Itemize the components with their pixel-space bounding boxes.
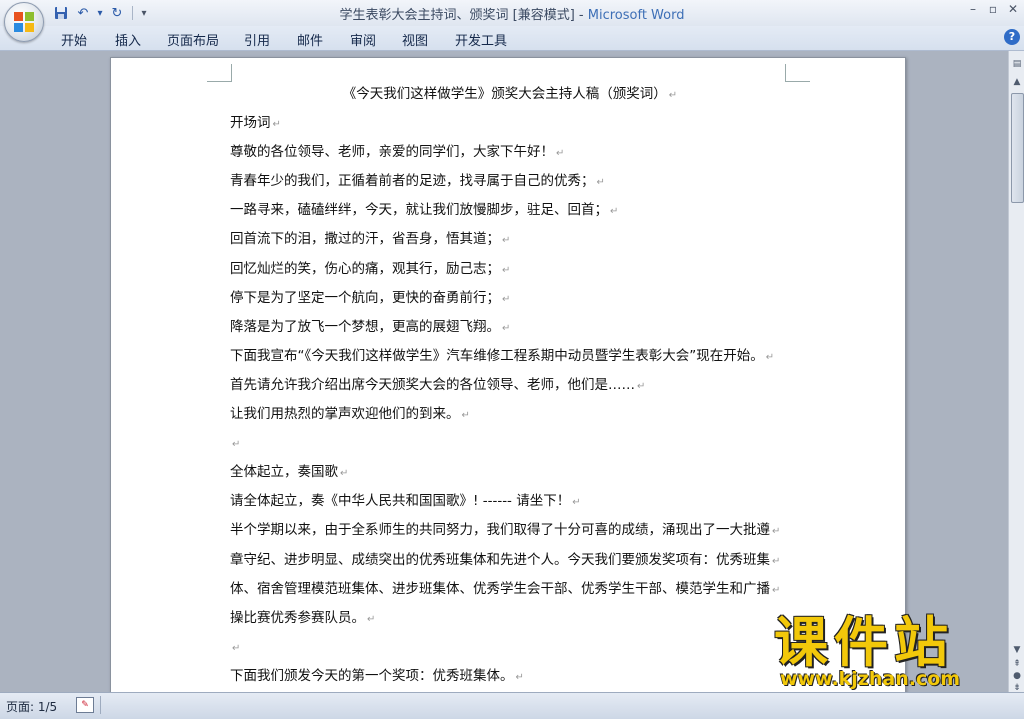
paragraph-mark: ↵ bbox=[515, 671, 524, 683]
line-text: 体、宿舍管理模范班集体、进步班集体、优秀学生会干部、优秀学生干部、模范学生和广播 bbox=[230, 580, 770, 597]
minimize-icon[interactable]: – bbox=[966, 2, 980, 16]
office-logo-icon bbox=[14, 12, 34, 32]
status-divider bbox=[100, 696, 101, 714]
paragraph-mark: ↵ bbox=[765, 351, 775, 363]
paragraph-mark: ↵ bbox=[596, 177, 605, 189]
paragraph-mark: ↵ bbox=[272, 119, 281, 131]
paragraph-mark: ↵ bbox=[502, 235, 511, 247]
paragraph-mark: ↵ bbox=[556, 148, 565, 160]
ruler-toggle-icon[interactable]: ▤ bbox=[1012, 59, 1022, 69]
line-text: 开场词 bbox=[230, 115, 271, 132]
tab-mailings[interactable]: 邮件 bbox=[297, 30, 323, 49]
scroll-down-icon[interactable]: ▼ bbox=[1012, 645, 1022, 655]
title-bar: ↶ ▾ ↻ ▾ 学生表彰大会主持词、颁奖词 [兼容模式] - Microsoft… bbox=[0, 0, 1024, 27]
scroll-thumb[interactable] bbox=[1011, 93, 1024, 203]
document-line: ↵ bbox=[230, 429, 790, 458]
title-separator: - bbox=[574, 8, 588, 23]
document-title: 《今天我们这样做学生》颁奖大会主持人稿（颁奖词） ↵ bbox=[342, 86, 678, 102]
previous-page-icon[interactable]: ⇞ bbox=[1012, 659, 1022, 669]
line-text: 一路寻来，磕磕绊绊，今天，就让我们放慢脚步，驻足、回首； bbox=[230, 202, 608, 219]
paragraph-mark: ↵ bbox=[502, 264, 511, 276]
status-bar: 页面: 1/5 ✎ bbox=[0, 692, 1024, 719]
line-text: 请全体起立，奏《中华人民共和国国歌》! ------ 请坐下！ bbox=[230, 493, 571, 510]
paragraph-mark: ↵ bbox=[340, 468, 349, 480]
document-body[interactable]: 《今天我们这样做学生》颁奖大会主持人稿（颁奖词） ↵ 开场词 ↵ 尊敬的各位领导、老师… bbox=[230, 80, 790, 691]
document-line: 停下是为了坚定一个航向，更快的奋勇前行； ↵ bbox=[230, 284, 790, 313]
paragraph-mark: ↵ bbox=[502, 293, 511, 305]
document-name: 学生表彰大会主持词、颁奖词 [兼容模式] bbox=[339, 8, 575, 23]
paragraph-mark: ↵ bbox=[637, 380, 646, 392]
document-line: 降落是为了放飞一个梦想，更高的展翅飞翔。 ↵ bbox=[230, 313, 790, 342]
line-text: 降落是为了放飞一个梦想，更高的展翅飞翔。 bbox=[230, 318, 500, 335]
line-text: 回首流下的泪，撒过的汗，省吾身，悟其道； bbox=[230, 231, 500, 248]
paragraph-mark: ↵ bbox=[232, 439, 241, 451]
paragraph-mark: ↵ bbox=[232, 642, 241, 654]
tab-view[interactable]: 视图 bbox=[402, 30, 428, 49]
tab-insert[interactable]: 插入 bbox=[115, 30, 141, 49]
document-line: 下面我宣布“《今天我们这样做学生》汽车维修工程系期中动员暨学生表彰大会”现在开始… bbox=[230, 342, 790, 371]
tab-review[interactable]: 审阅 bbox=[350, 30, 376, 49]
line-text: 操比赛优秀参赛队员。 bbox=[230, 609, 365, 626]
document-line: 体、宿舍管理模范班集体、进步班集体、优秀学生会干部、优秀学生干部、模范学生和广播… bbox=[230, 575, 790, 604]
paragraph-mark: ↵ bbox=[610, 206, 619, 218]
tab-home[interactable]: 开始 bbox=[61, 30, 87, 49]
watermark-chinese: 课件站 bbox=[774, 611, 954, 674]
paragraph-mark: ↵ bbox=[772, 555, 781, 567]
document-line: 开场词 ↵ bbox=[230, 109, 790, 138]
line-text: 青春年少的我们，正循着前者的足迹，找寻属于自己的优秀； bbox=[230, 173, 595, 190]
document-page[interactable]: 《今天我们这样做学生》颁奖大会主持人稿（颁奖词） ↵ 开场词 ↵ 尊敬的各位领导、老师… bbox=[110, 57, 906, 692]
line-text: 半个学期以来，由于全系师生的共同努力，我们取得了十分可喜的成绩，涌现出了一大批遵 bbox=[230, 522, 770, 539]
line-text: 停下是为了坚定一个航向，更快的奋勇前行； bbox=[230, 289, 500, 306]
document-line: 一路寻来，磕磕绊绊，今天，就让我们放慢脚步，驻足、回首； ↵ bbox=[230, 196, 790, 225]
document-line: 青春年少的我们，正循着前者的足迹，找寻属于自己的优秀； ↵ bbox=[230, 167, 790, 196]
tab-developer[interactable]: 开发工具 bbox=[455, 30, 507, 49]
line-text: 回忆灿烂的笑，伤心的痛，观其行，励己志； bbox=[230, 260, 500, 277]
document-line: 下面我们颁发今天的第一个奖项：优秀班集体。 ↵ bbox=[230, 662, 790, 691]
margin-mark-left bbox=[207, 64, 232, 82]
page-indicator[interactable]: 页面: 1/5 bbox=[6, 698, 57, 715]
window-title: 学生表彰大会主持词、颁奖词 [兼容模式] - Microsoft Word bbox=[0, 4, 1024, 23]
close-icon[interactable]: ✕ bbox=[1006, 2, 1020, 16]
document-line: 回首流下的泪，撒过的汗，省吾身，悟其道； ↵ bbox=[230, 225, 790, 254]
tab-page-layout[interactable]: 页面布局 bbox=[167, 30, 219, 49]
select-browse-object-icon[interactable]: ● bbox=[1012, 671, 1022, 681]
ribbon-tabs: 开始 插入 页面布局 引用 邮件 审阅 视图 开发工具 ? bbox=[0, 26, 1024, 51]
watermark-url: www.kjzhan.com bbox=[780, 668, 961, 690]
line-text: 章守纪、进步明显、成绩突出的优秀班集体和先进个人。今天我们要颁发奖项有：优秀班集 bbox=[230, 551, 770, 568]
document-area[interactable]: 《今天我们这样做学生》颁奖大会主持人稿（颁奖词） ↵ 开场词 ↵ 尊敬的各位领导、老师… bbox=[0, 51, 1008, 692]
paragraph-mark: ↵ bbox=[772, 526, 781, 538]
line-text: 首先请允许我介绍出席今天颁奖大会的各位领导、老师，他们是…… bbox=[230, 376, 635, 393]
paragraph-mark: ↵ bbox=[461, 410, 470, 422]
line-text: 下面我宣布“《今天我们这样做学生》汽车维修工程系期中动员暨学生表彰大会”现在开始… bbox=[230, 347, 764, 364]
proofing-icon[interactable]: ✎ bbox=[76, 697, 94, 713]
document-line: 请全体起立，奏《中华人民共和国国歌》! ------ 请坐下！ ↵ bbox=[230, 487, 790, 516]
window-controls: – ▫ ✕ bbox=[966, 2, 1020, 16]
app-name: Microsoft Word bbox=[587, 8, 685, 23]
document-line: 回忆灿烂的笑，伤心的痛，观其行，励己志； ↵ bbox=[230, 255, 790, 284]
document-line: 全体起立，奏国歌 ↵ bbox=[230, 458, 790, 487]
document-line: 半个学期以来，由于全系师生的共同努力，我们取得了十分可喜的成绩，涌现出了一大批遵… bbox=[230, 516, 790, 545]
paragraph-mark: ↵ bbox=[572, 497, 581, 509]
line-text: 下面我们颁发今天的第一个奖项：优秀班集体。 bbox=[230, 667, 514, 684]
document-line: 首先请允许我介绍出席今天颁奖大会的各位领导、老师，他们是…… ↵ bbox=[230, 371, 790, 400]
restore-icon[interactable]: ▫ bbox=[986, 2, 1000, 16]
vertical-scrollbar[interactable]: ▤ ▲ ▼ ⇞ ● ⇟ bbox=[1008, 51, 1024, 693]
scroll-up-icon[interactable]: ▲ bbox=[1012, 77, 1022, 87]
document-line: 操比赛优秀参赛队员。 ↵ bbox=[230, 604, 790, 633]
line-text: 尊敬的各位领导、老师，亲爱的同学们，大家下午好！ bbox=[230, 144, 554, 161]
document-line: 章守纪、进步明显、成绩突出的优秀班集体和先进个人。今天我们要颁发奖项有：优秀班集… bbox=[230, 546, 790, 575]
site-watermark-logo: 课件站 www.kjzhan.com bbox=[774, 614, 1006, 692]
line-text: 全体起立，奏国歌 bbox=[230, 464, 338, 481]
paragraph-mark: ↵ bbox=[772, 584, 781, 596]
office-button[interactable] bbox=[4, 2, 44, 42]
tab-references[interactable]: 引用 bbox=[244, 30, 270, 49]
document-line: 让我们用热烈的掌声欢迎他们的到来。 ↵ bbox=[230, 400, 790, 429]
document-line: 尊敬的各位领导、老师，亲爱的同学们，大家下午好！ ↵ bbox=[230, 138, 790, 167]
help-icon[interactable]: ? bbox=[1004, 29, 1020, 45]
line-text: 让我们用热烈的掌声欢迎他们的到来。 bbox=[230, 406, 460, 423]
paragraph-mark: ↵ bbox=[502, 322, 511, 334]
document-line: ↵ bbox=[230, 633, 790, 662]
paragraph-mark: ↵ bbox=[367, 613, 376, 625]
